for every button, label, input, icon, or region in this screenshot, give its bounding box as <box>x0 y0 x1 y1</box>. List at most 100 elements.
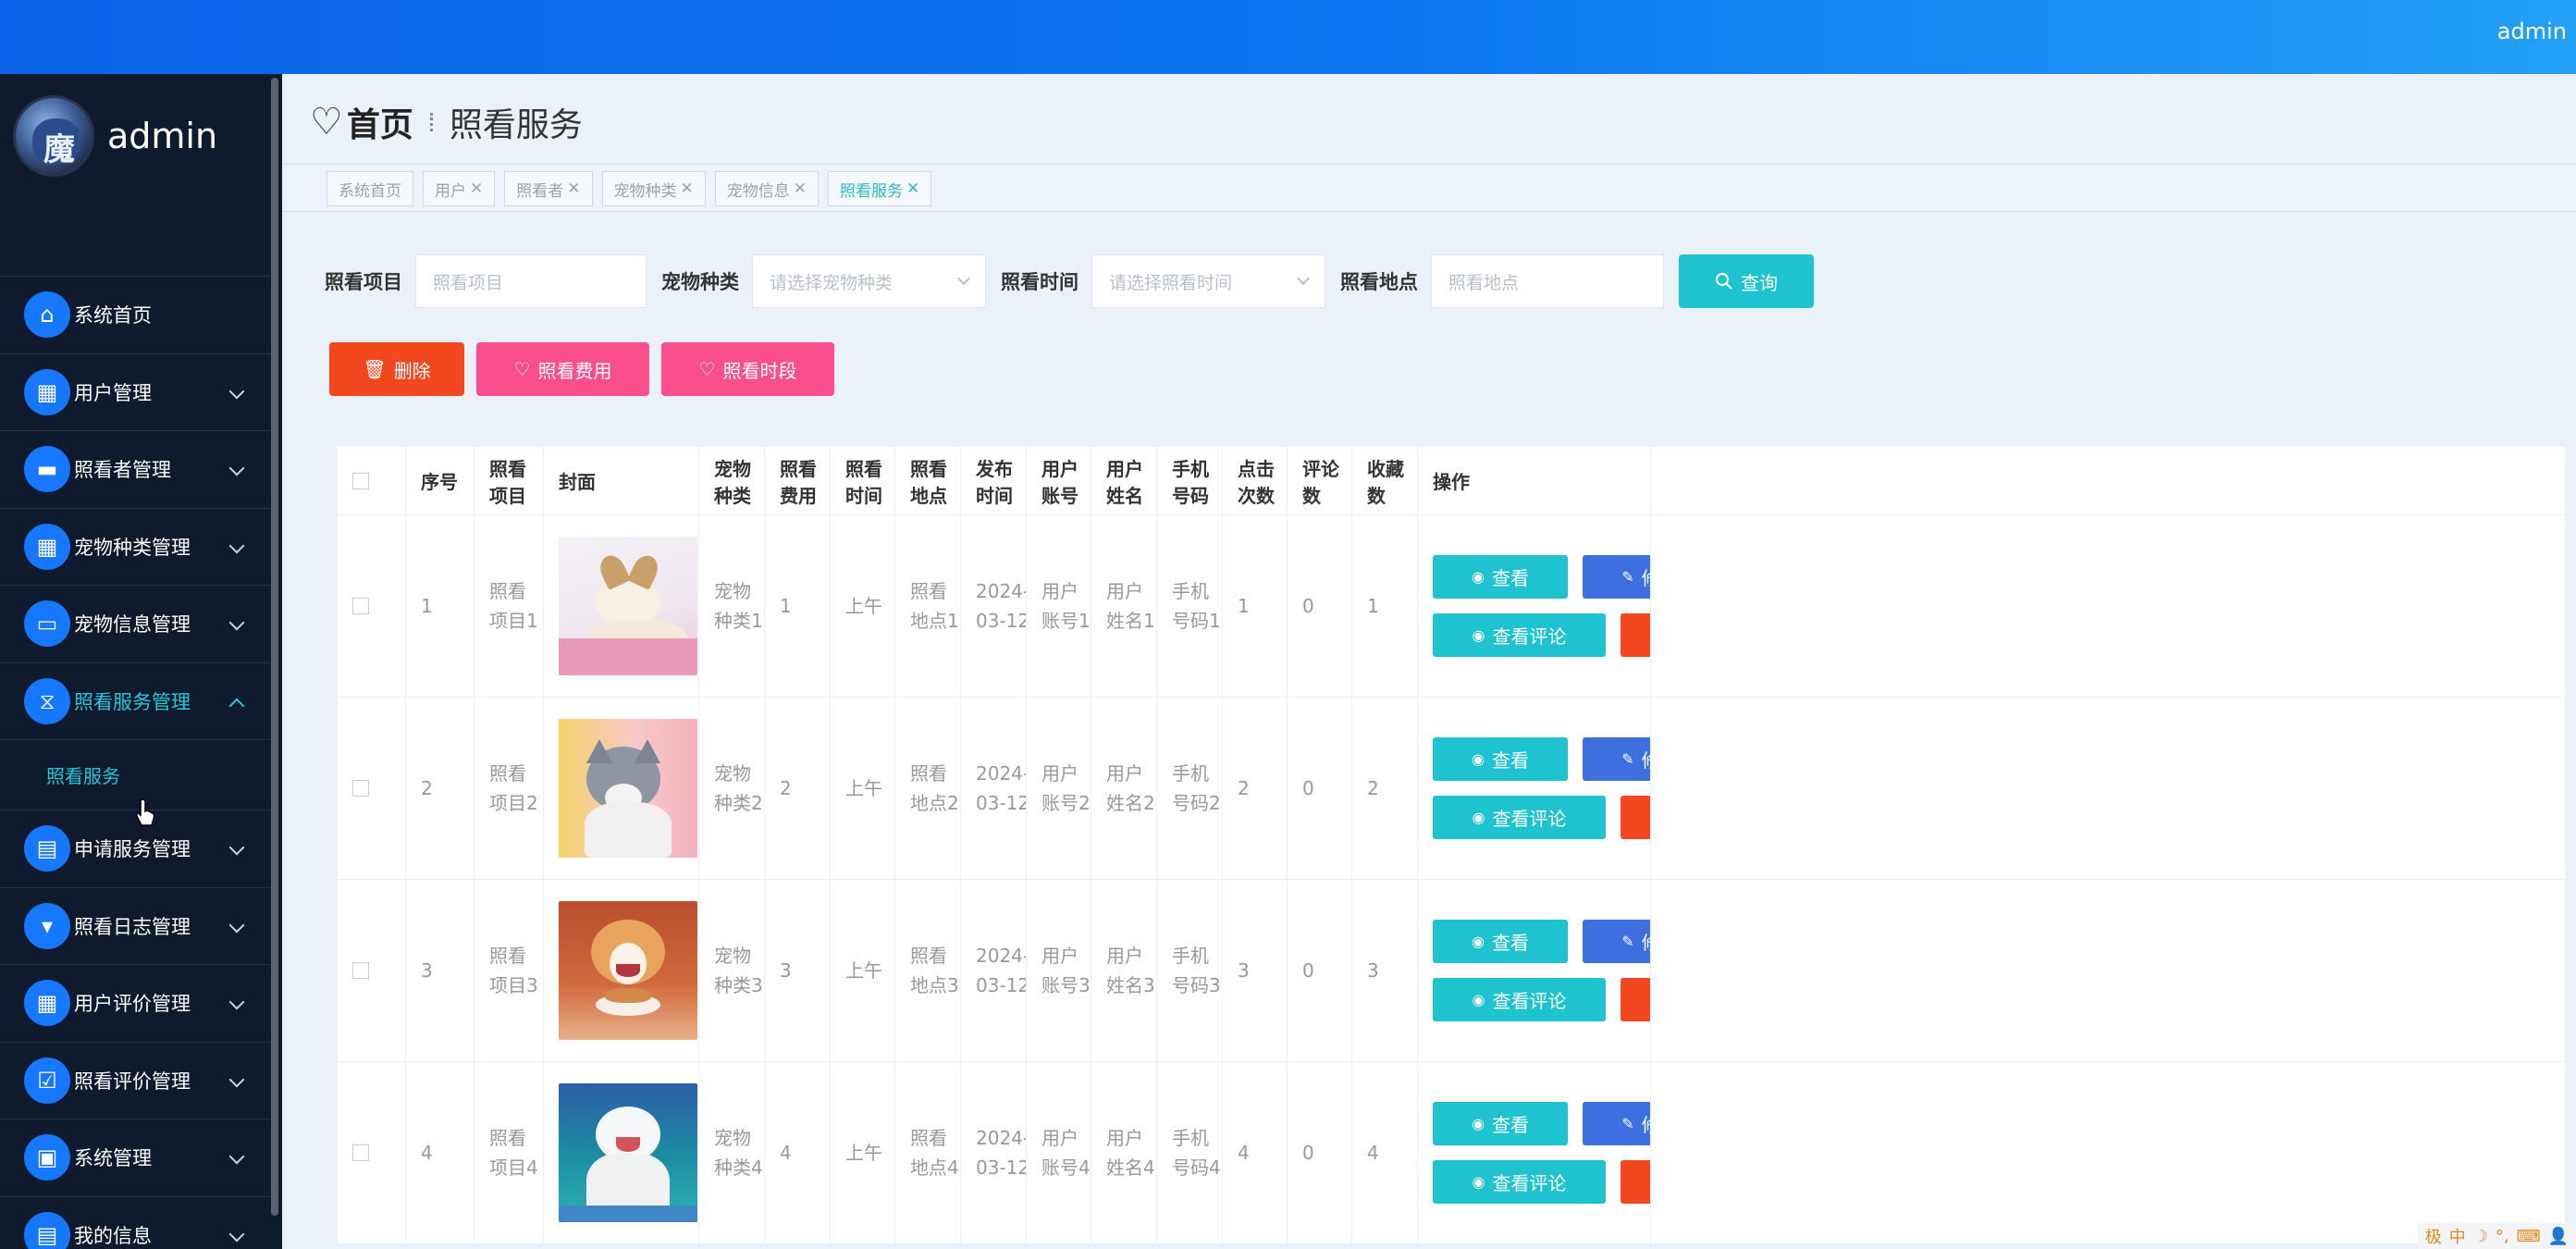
cell-value: 宠物种类4 <box>714 1127 763 1179</box>
view-comments-button[interactable]: ◉ 查看评论 <box>1433 1160 1606 1204</box>
row-actions-line: ◉ 查看评论 🗑删除 <box>1433 613 1650 657</box>
cell-cover <box>544 698 699 879</box>
column-header-label: 封面 <box>559 471 596 493</box>
period-button-label: 照看时段 <box>722 359 797 382</box>
cell-value: 4 <box>421 1142 433 1164</box>
location-label: 照看地点 <box>1340 271 1418 293</box>
view-button[interactable]: ◉ 查看 <box>1433 920 1568 963</box>
heart-icon: ♡ <box>310 101 343 143</box>
delete-button[interactable]: 🗑删除 <box>1621 1160 1650 1204</box>
tab-0[interactable]: 系统首页 <box>327 171 413 206</box>
cover-image <box>559 719 697 858</box>
search-button-label: 查询 <box>1741 271 1778 294</box>
sidebar-item-10[interactable]: ▣ 系统管理 <box>0 1119 270 1196</box>
sidebar-item-2[interactable]: ▬ 照看者管理 <box>0 430 270 508</box>
close-icon[interactable]: ✕ <box>470 179 483 198</box>
tray-icon[interactable]: 👤 <box>2548 1227 2569 1246</box>
tray-icon[interactable]: °, <box>2496 1227 2509 1246</box>
breadcrumb-current: 照看服务 <box>449 106 583 144</box>
tab-5[interactable]: 照看服务 ✕ <box>828 171 932 206</box>
close-icon[interactable]: ✕ <box>794 179 807 198</box>
search-button[interactable]: 查询 <box>1679 254 1814 308</box>
project-placeholder: 照看项目 <box>433 272 504 293</box>
sidebar-scrollbar[interactable] <box>271 78 278 1216</box>
period-button[interactable]: ♡ 照看时段 <box>661 342 834 396</box>
tab-1[interactable]: 用户 ✕ <box>423 171 496 206</box>
tray-icon[interactable]: ⌨ <box>2517 1227 2541 1246</box>
chat-icon: ▣ <box>24 1134 70 1181</box>
time-select[interactable]: 请选择照看时间 <box>1091 254 1325 308</box>
view-button[interactable]: ◉ 查看 <box>1433 737 1568 781</box>
column-header: 照看项目 <box>475 447 544 514</box>
project-input[interactable]: 照看项目 <box>415 254 647 308</box>
row-checkbox[interactable] <box>352 780 369 797</box>
tab-3[interactable]: 宠物种类 ✕ <box>601 171 706 206</box>
view-comments-button[interactable]: ◉ 查看评论 <box>1433 613 1606 657</box>
cell-favorites: 3 <box>1352 880 1418 1061</box>
cell-project: 照看项目3 <box>475 880 544 1061</box>
select-all-checkbox[interactable] <box>352 472 369 489</box>
view-button[interactable]: ◉ 查看 <box>1433 1102 1568 1145</box>
eye-icon: ◉ <box>1472 1173 1485 1191</box>
header-username[interactable]: admin <box>2497 19 2567 44</box>
cell-phone: 手机号码4 <box>1157 1062 1223 1243</box>
cell-favorites: 4 <box>1352 1062 1418 1243</box>
row-checkbox[interactable] <box>352 1144 369 1161</box>
view-comments-button[interactable]: ◉ 查看评论 <box>1433 796 1606 839</box>
species-select[interactable]: 请选择宠物种类 <box>752 254 986 308</box>
eye-icon: ◉ <box>1472 750 1485 768</box>
bulk-delete-label: 删除 <box>393 359 431 382</box>
delete-button[interactable]: 🗑删除 <box>1621 796 1650 839</box>
view-button[interactable]: ◉ 查看 <box>1433 555 1568 599</box>
filter-bar: 照看项目 照看项目 宠物种类 请选择宠物种类 照看时间 请选择照看时间 照看地点… <box>325 254 1814 308</box>
sidebar-item-9[interactable]: ☑ 照看评价管理 <box>0 1041 270 1119</box>
cell-value: 3 <box>421 959 433 982</box>
row-checkbox[interactable] <box>352 598 369 614</box>
close-icon[interactable]: ✕ <box>681 179 694 198</box>
tab-4[interactable]: 宠物信息 ✕ <box>714 171 819 206</box>
tray-icon[interactable]: 中 <box>2449 1224 2466 1248</box>
location-input[interactable]: 照看地点 <box>1431 254 1664 308</box>
cell-fee: 4 <box>765 1062 831 1243</box>
close-icon[interactable]: ✕ <box>906 179 919 198</box>
breadcrumb-home[interactable]: 首页 <box>347 98 413 146</box>
sidebar-item-3[interactable]: ▦ 宠物种类管理 <box>0 507 270 586</box>
row-checkbox[interactable] <box>352 962 369 979</box>
row-actions-line: ◉ 查看评论 🗑删除 <box>1433 978 1650 1021</box>
sidebar-item-1[interactable]: ▦ 用户管理 <box>0 352 270 431</box>
cell-value: 手机号码1 <box>1172 580 1221 632</box>
sidebar-item-7[interactable]: ▾ 照看日志管理 <box>0 886 270 965</box>
column-header-label: 照看时间 <box>845 457 882 507</box>
edit-button[interactable]: ✎ 修改 <box>1583 555 1650 599</box>
view-comments-button[interactable]: ◉ 查看评论 <box>1433 978 1606 1021</box>
row-actions-line: ◉ 查看 ✎ 修改 <box>1433 920 1650 963</box>
bulk-delete-button[interactable]: 🗑 删除 <box>329 342 464 396</box>
sidebar-item-5[interactable]: ⧖ 照看服务管理 <box>0 662 270 740</box>
sidebar-item-8[interactable]: ▦ 用户评价管理 <box>0 964 270 1042</box>
tab-label: 宠物信息 <box>726 181 790 201</box>
column-header: 发布时间 <box>961 447 1027 514</box>
cell-cover <box>544 515 699 697</box>
delete-button[interactable]: 🗑删除 <box>1621 613 1650 657</box>
edit-button[interactable]: ✎ 修改 <box>1583 737 1650 781</box>
column-header: 手机号码 <box>1157 447 1223 514</box>
sidebar-item-4[interactable]: ▭ 宠物信息管理 <box>0 585 270 662</box>
edit-button[interactable]: ✎ 修改 <box>1583 1102 1650 1145</box>
sidebar-item-11[interactable]: ▤ 我的信息 <box>0 1195 270 1249</box>
fee-button[interactable]: ♡ 照看费用 <box>476 342 649 396</box>
tray-icon[interactable]: 极 <box>2425 1224 2442 1248</box>
tab-2[interactable]: 照看者 ✕ <box>504 171 593 206</box>
data-table: 序号 照看项目 封面 宠物种类 照看费用 照看时间 照看地点 发布时间 用户账号 用户姓名 手机号码… <box>338 447 2565 1244</box>
edit-button[interactable]: ✎ 修改 <box>1583 920 1650 963</box>
close-icon[interactable]: ✕ <box>567 179 580 198</box>
delete-button[interactable]: 🗑删除 <box>1621 978 1650 1021</box>
eye-icon: ◉ <box>1472 1115 1485 1132</box>
sidebar-item-0[interactable]: ⌂ 系统首页 <box>0 276 270 353</box>
tray-icon[interactable]: ☽ <box>2473 1227 2488 1246</box>
column-header-label: 照看费用 <box>780 457 817 507</box>
cell-value: 照看项目3 <box>489 945 538 996</box>
cell-value: 用户账号4 <box>1041 1127 1091 1179</box>
cell-time: 上午 <box>831 698 895 879</box>
table-row: 3 照看项目3 宠物种类3 3 上午 照看地点3 2024-03-12 用户账号3 用户姓名3 手… <box>338 880 2565 1062</box>
cell-value: 用户姓名2 <box>1106 762 1155 814</box>
